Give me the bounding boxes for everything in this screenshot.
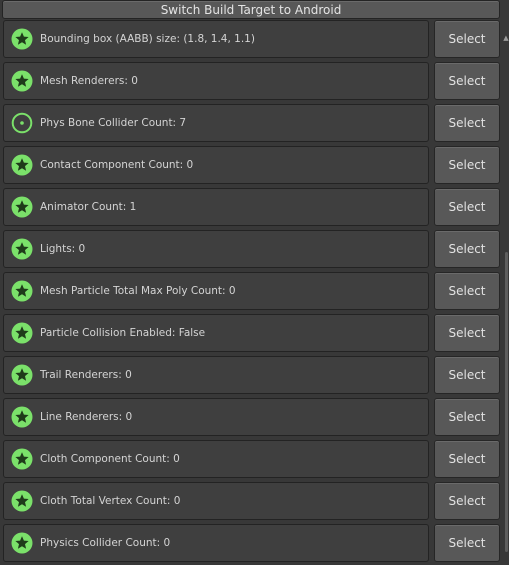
- validation-row: Animator Count: 1 Select: [0, 187, 502, 229]
- validation-row: Phys Bone Collider Count: 7 Select: [0, 103, 502, 145]
- validation-row: Lights: 0 Select: [0, 229, 502, 271]
- validation-row: Cloth Total Vertex Count: 0 Select: [0, 481, 502, 523]
- select-button[interactable]: Select: [434, 146, 500, 184]
- row-label: Mesh Particle Total Max Poly Count: 0: [40, 285, 236, 297]
- select-button[interactable]: Select: [434, 272, 500, 310]
- row-message-box: Cloth Total Vertex Count: 0: [3, 482, 429, 520]
- select-button[interactable]: Select: [434, 20, 500, 58]
- row-label: Contact Component Count: 0: [40, 159, 194, 171]
- validation-row: Mesh Particle Total Max Poly Count: 0 Sel…: [0, 271, 502, 313]
- star-icon: [11, 28, 33, 50]
- select-button[interactable]: Select: [434, 62, 500, 100]
- star-icon: [11, 406, 33, 428]
- validation-row: Line Renderers: 0 Select: [0, 397, 502, 439]
- row-label: Bounding box (AABB) size: (1.8, 1.4, 1.1…: [40, 33, 255, 45]
- select-button[interactable]: Select: [434, 440, 500, 478]
- row-label: Line Renderers: 0: [40, 411, 133, 423]
- row-label: Cloth Total Vertex Count: 0: [40, 495, 181, 507]
- row-label: Trail Renderers: 0: [40, 369, 132, 381]
- row-message-box: Lights: 0: [3, 230, 429, 268]
- star-icon: [11, 238, 33, 260]
- select-button[interactable]: Select: [434, 482, 500, 520]
- row-message-box: Cloth Component Count: 0: [3, 440, 429, 478]
- row-message-box: Bounding box (AABB) size: (1.8, 1.4, 1.1…: [3, 20, 429, 58]
- row-message-box: Trail Renderers: 0: [3, 356, 429, 394]
- star-icon: [11, 364, 33, 386]
- circle-dot-icon: [11, 112, 33, 134]
- row-label: Cloth Component Count: 0: [40, 453, 180, 465]
- row-message-box: Contact Component Count: 0: [3, 146, 429, 184]
- select-button[interactable]: Select: [434, 104, 500, 142]
- row-message-box: Mesh Particle Total Max Poly Count: 0: [3, 272, 429, 310]
- select-button[interactable]: Select: [434, 188, 500, 226]
- row-message-box: Animator Count: 1: [3, 188, 429, 226]
- scroll-up-icon[interactable]: ▲: [503, 33, 509, 43]
- row-label: Lights: 0: [40, 243, 86, 255]
- row-label: Particle Collision Enabled: False: [40, 327, 206, 339]
- star-icon: [11, 532, 33, 554]
- star-icon: [11, 70, 33, 92]
- validation-row: Physics Collider Count: 0 Select: [0, 523, 502, 565]
- row-message-box: Physics Collider Count: 0: [3, 524, 429, 562]
- star-icon: [11, 448, 33, 470]
- select-button[interactable]: Select: [434, 356, 500, 394]
- validation-row: Cloth Component Count: 0 Select: [0, 439, 502, 481]
- row-message-box: Phys Bone Collider Count: 7: [3, 104, 429, 142]
- select-button[interactable]: Select: [434, 230, 500, 268]
- validation-row: Bounding box (AABB) size: (1.8, 1.4, 1.1…: [0, 19, 502, 61]
- row-message-box: Line Renderers: 0: [3, 398, 429, 436]
- star-icon: [11, 490, 33, 512]
- select-button[interactable]: Select: [434, 524, 500, 562]
- star-icon: [11, 280, 33, 302]
- row-message-box: Mesh Renderers: 0: [3, 62, 429, 100]
- validation-row: Particle Collision Enabled: False Select: [0, 313, 502, 355]
- switch-build-target-button[interactable]: Switch Build Target to Android: [2, 0, 500, 19]
- row-label: Animator Count: 1: [40, 201, 137, 213]
- row-label: Phys Bone Collider Count: 7: [40, 117, 187, 129]
- scrollbar-thumb[interactable]: [505, 252, 508, 552]
- row-label: Mesh Renderers: 0: [40, 75, 138, 87]
- validation-row: Contact Component Count: 0 Select: [0, 145, 502, 187]
- star-icon: [11, 196, 33, 218]
- star-icon: [11, 154, 33, 176]
- validation-row: Mesh Renderers: 0 Select: [0, 61, 502, 103]
- select-button[interactable]: Select: [434, 314, 500, 352]
- star-icon: [11, 322, 33, 344]
- select-button[interactable]: Select: [434, 398, 500, 436]
- row-message-box: Particle Collision Enabled: False: [3, 314, 429, 352]
- validation-row: Trail Renderers: 0 Select: [0, 355, 502, 397]
